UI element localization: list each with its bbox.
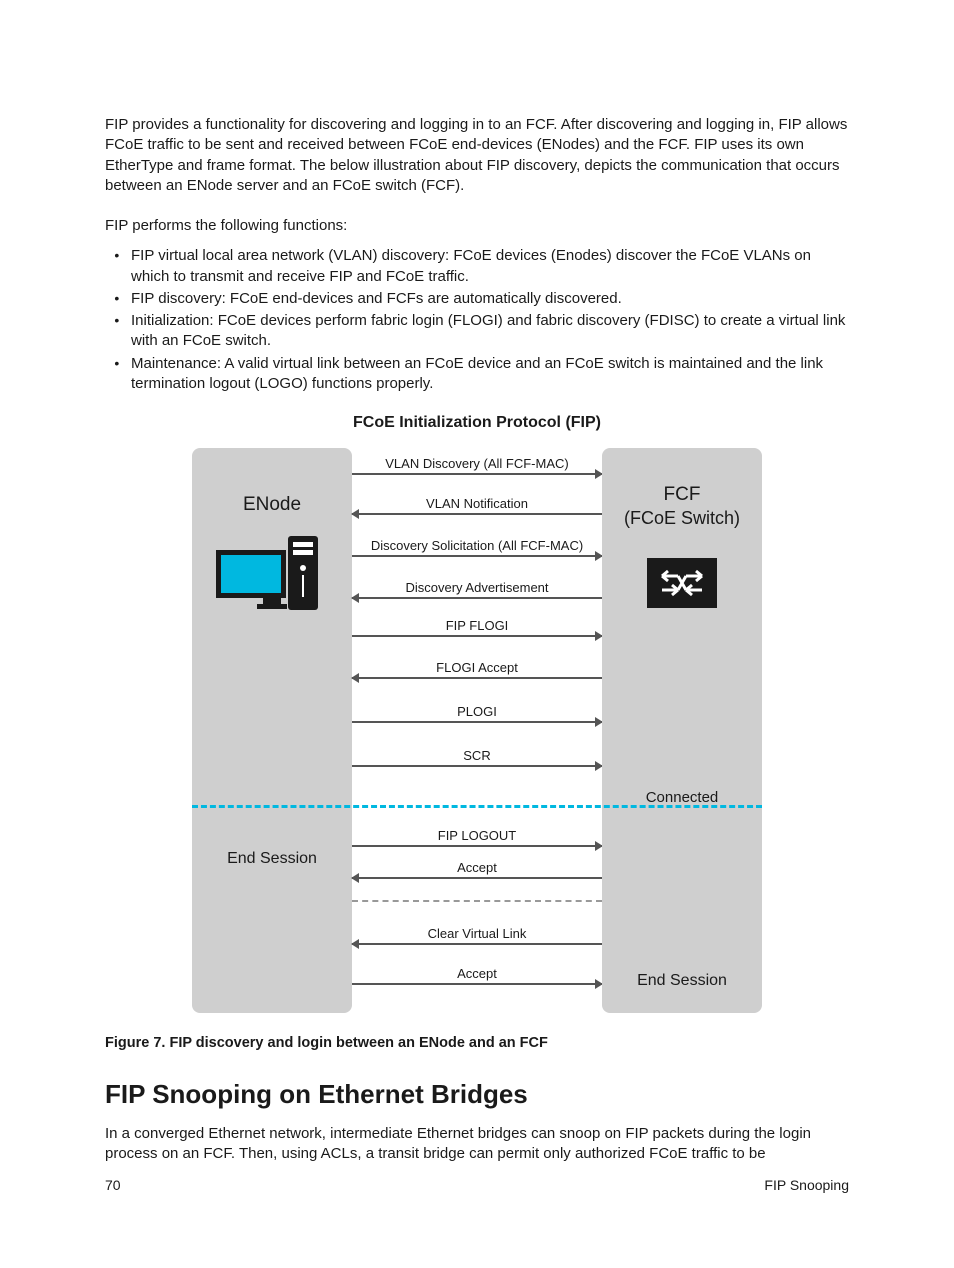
message-arrow: VLAN Notification xyxy=(352,496,602,515)
switch-icon xyxy=(647,558,717,608)
message-label: VLAN Notification xyxy=(426,496,528,511)
message-arrow: FIP LOGOUT xyxy=(352,828,602,847)
arrow-line xyxy=(352,943,602,945)
figure-caption: Figure 7. FIP discovery and login betwee… xyxy=(105,1035,548,1051)
enode-label: ENode xyxy=(192,494,352,516)
message-label: FIP FLOGI xyxy=(446,618,509,633)
intro-paragraph: FIP provides a functionality for discove… xyxy=(105,115,849,196)
message-arrow: Discovery Solicitation (All FCF-MAC) xyxy=(352,538,602,557)
section-heading: FIP Snooping on Ethernet Bridges xyxy=(105,1079,849,1110)
end-session-right-label: End Session xyxy=(602,972,762,990)
arrow-line xyxy=(352,677,602,679)
arrow-line xyxy=(352,555,602,557)
computer-icon xyxy=(216,550,328,609)
list-item: FIP virtual local area network (VLAN) di… xyxy=(127,246,849,287)
list-item: FIP discovery: FCoE end-devices and FCFs… xyxy=(127,289,849,309)
arrow-line xyxy=(352,721,602,723)
message-arrow: FIP FLOGI xyxy=(352,618,602,637)
fcf-label-1: FCF xyxy=(602,484,762,506)
arrow-line xyxy=(352,983,602,985)
functions-lead: FIP performs the following functions: xyxy=(105,216,849,236)
message-label: Discovery Advertisement xyxy=(405,580,548,595)
message-label: Accept xyxy=(457,860,497,875)
section-paragraph: In a converged Ethernet network, interme… xyxy=(105,1124,849,1165)
list-item: Maintenance: A valid virtual link betwee… xyxy=(127,354,849,395)
footer-section: FIP Snooping xyxy=(764,1177,849,1193)
divider-dashed-full xyxy=(192,805,762,808)
message-arrow: Accept xyxy=(352,860,602,879)
message-label: SCR xyxy=(463,748,490,763)
arrow-line xyxy=(352,635,602,637)
functions-list: FIP virtual local area network (VLAN) di… xyxy=(105,246,849,394)
fip-diagram: ENode End Session xyxy=(192,448,762,1013)
page-footer: 70 FIP Snooping xyxy=(105,1177,849,1193)
end-session-left-label: End Session xyxy=(192,850,352,868)
diagram-title: FCoE Initialization Protocol (FIP) xyxy=(353,414,601,432)
list-item: Initialization: FCoE devices perform fab… xyxy=(127,311,849,352)
arrow-line xyxy=(352,765,602,767)
divider-dashed-mid xyxy=(352,900,602,902)
message-arrow: VLAN Discovery (All FCF-MAC) xyxy=(352,456,602,475)
page: FIP provides a functionality for discove… xyxy=(0,0,954,1268)
message-label: Discovery Solicitation (All FCF-MAC) xyxy=(371,538,583,553)
message-arrow: Discovery Advertisement xyxy=(352,580,602,599)
message-arrow: Accept xyxy=(352,966,602,985)
arrow-line xyxy=(352,513,602,515)
message-arrow: PLOGI xyxy=(352,704,602,723)
arrow-line xyxy=(352,845,602,847)
message-label: FIP LOGOUT xyxy=(438,828,517,843)
message-label: FLOGI Accept xyxy=(436,660,518,675)
diagram-left-column: ENode End Session xyxy=(192,448,352,1013)
connected-label: Connected xyxy=(602,789,762,806)
message-arrow: SCR xyxy=(352,748,602,767)
message-arrow: FLOGI Accept xyxy=(352,660,602,679)
diagram-right-column: FCF (FCoE Switch) Connected End Ses xyxy=(602,448,762,1013)
message-label: Accept xyxy=(457,966,497,981)
page-number: 70 xyxy=(105,1177,121,1193)
arrow-line xyxy=(352,473,602,475)
message-label: VLAN Discovery (All FCF-MAC) xyxy=(385,456,568,471)
diagram-wrap: FCoE Initialization Protocol (FIP) ENode xyxy=(105,406,849,1051)
arrow-line xyxy=(352,597,602,599)
fcf-label-2: (FCoE Switch) xyxy=(602,508,762,529)
message-arrow: Clear Virtual Link xyxy=(352,926,602,945)
diagram-middle-column: VLAN Discovery (All FCF-MAC) VLAN Notific… xyxy=(352,448,602,1013)
message-label: Clear Virtual Link xyxy=(428,926,527,941)
message-label: PLOGI xyxy=(457,704,497,719)
arrow-line xyxy=(352,877,602,879)
